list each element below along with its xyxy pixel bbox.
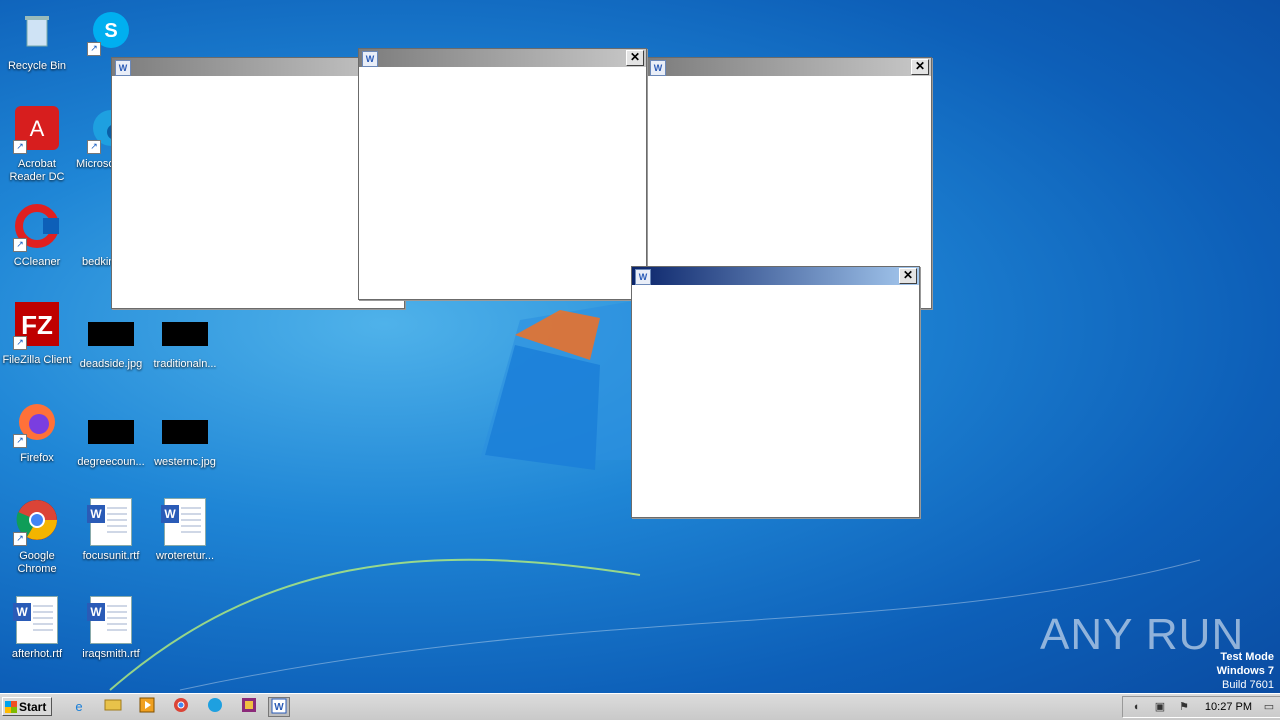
word-document-icon: W	[87, 498, 132, 546]
filezilla-logo-icon: FZ ↗	[13, 302, 61, 350]
icon-label: deadside.jpg	[79, 358, 143, 370]
anyrun-watermark: ANY RUN	[1040, 610, 1245, 659]
icon-label: Firefox	[20, 452, 54, 464]
icon-label: Recycle Bin	[7, 60, 67, 72]
shortcut-arrow-icon: ↗	[13, 140, 27, 154]
icon-label: wroteretur...	[155, 550, 215, 562]
icon-label: traditionaln...	[153, 358, 217, 370]
degreecoun-icon[interactable]: degreecoun...	[74, 408, 148, 469]
start-label: Start	[19, 700, 47, 714]
media-player-icon[interactable]	[136, 697, 158, 717]
deadside-jpg-icon[interactable]: deadside.jpg	[74, 310, 148, 371]
windows-logo-icon	[5, 701, 17, 713]
start-button[interactable]: Start	[2, 697, 52, 716]
word-app-icon: W	[635, 269, 651, 285]
taskbar: Start e W ◖ ▣ ⚑ 10:27 PM ▭	[0, 693, 1280, 720]
clock[interactable]: 10:27 PM	[1205, 701, 1252, 713]
shortcut-arrow-icon: ↗	[13, 336, 27, 350]
word-taskbar-icon[interactable]: W	[268, 697, 290, 717]
filezilla-icon[interactable]: FZ ↗ FileZilla Client	[0, 302, 74, 367]
image-thumbnail	[88, 420, 134, 444]
image-thumbnail	[162, 420, 208, 444]
internet-explorer-icon[interactable]: e	[68, 697, 90, 717]
window-titlebar[interactable]: W ✕	[647, 58, 931, 76]
icon-label: Acrobat Reader DC	[9, 158, 65, 183]
word-app-icon: W	[362, 51, 378, 67]
show-desktop-icon[interactable]: ▭	[1262, 700, 1276, 714]
word-app-icon: W	[115, 60, 131, 76]
close-button[interactable]: ✕	[899, 268, 917, 284]
word-document-icon: W	[87, 596, 132, 644]
svg-text:S: S	[104, 20, 117, 42]
svg-text:W: W	[274, 702, 284, 713]
word-document-icon: W	[13, 596, 58, 644]
image-thumbnail	[162, 322, 208, 346]
svg-text:A: A	[30, 116, 45, 141]
window-titlebar[interactable]: W ✕	[632, 267, 919, 285]
close-button[interactable]: ✕	[626, 50, 644, 66]
acrobat-reader-icon[interactable]: A ↗ Acrobat Reader DC	[0, 106, 74, 184]
chrome-taskbar-icon[interactable]	[170, 697, 192, 717]
icon-label: CCleaner	[13, 256, 61, 268]
test-mode-watermark: Test Mode Windows 7 Build 7601	[1217, 650, 1274, 692]
winrar-taskbar-icon[interactable]	[238, 697, 260, 717]
chrome-logo-icon: ↗	[13, 498, 61, 546]
word-app-icon: W	[650, 60, 666, 76]
file-explorer-icon[interactable]	[102, 697, 124, 717]
icon-label: iraqsmith.rtf	[82, 648, 140, 660]
dialog-window-2[interactable]: W ✕	[358, 48, 647, 300]
trash-icon	[13, 8, 61, 56]
acrobat-logo-icon: A ↗	[13, 106, 61, 154]
wroteretur-icon[interactable]: W wroteretur...	[148, 498, 222, 563]
skype-logo-icon: S ↗	[87, 8, 135, 56]
afterhot-rtf-icon[interactable]: W afterhot.rtf	[0, 596, 74, 661]
iraqsmith-rtf-icon[interactable]: W iraqsmith.rtf	[74, 596, 148, 661]
westernc-jpg-icon[interactable]: westernc.jpg	[148, 408, 222, 469]
ccleaner-logo-icon: ↗	[13, 204, 61, 252]
shortcut-arrow-icon: ↗	[13, 238, 27, 252]
test-mode-text: Test Mode	[1220, 651, 1274, 663]
shortcut-arrow-icon: ↗	[13, 532, 27, 546]
flag-icon[interactable]: ⚑	[1177, 700, 1191, 714]
edge-taskbar-icon[interactable]	[204, 697, 226, 717]
os-version-text: Windows 7	[1216, 665, 1274, 677]
recycle-bin-icon[interactable]: Recycle Bin	[0, 8, 74, 73]
system-tray: ◖ ▣ ⚑ 10:27 PM ▭	[1122, 696, 1280, 718]
image-thumbnail	[88, 322, 134, 346]
speaker-icon[interactable]: ◖	[1129, 700, 1143, 714]
shortcut-arrow-icon: ↗	[13, 434, 27, 448]
focusunit-rtf-icon[interactable]: W focusunit.rtf	[74, 498, 148, 563]
window-titlebar[interactable]: W ✕	[359, 49, 646, 67]
firefox-logo-icon: ↗	[13, 400, 61, 448]
icon-label: afterhot.rtf	[11, 648, 63, 660]
ccleaner-icon[interactable]: ↗ CCleaner	[0, 204, 74, 269]
shortcut-arrow-icon: ↗	[87, 140, 101, 154]
icon-label: FileZilla Client	[2, 354, 72, 366]
icon-label: degreecoun...	[77, 456, 145, 468]
shortcut-arrow-icon: ↗	[87, 42, 101, 56]
google-chrome-icon[interactable]: ↗ Google Chrome	[0, 498, 74, 576]
firefox-icon[interactable]: ↗ Firefox	[0, 400, 74, 465]
dialog-window-active[interactable]: W ✕	[631, 266, 920, 518]
build-text: Build 7601	[1222, 679, 1274, 691]
traditionaln-icon[interactable]: traditionaln...	[148, 310, 222, 371]
word-document-icon: W	[161, 498, 206, 546]
icon-label: Google Chrome	[17, 550, 57, 575]
icon-label: focusunit.rtf	[82, 550, 140, 562]
network-icon[interactable]: ▣	[1153, 700, 1167, 714]
icon-label: westernc.jpg	[154, 456, 216, 468]
close-button[interactable]: ✕	[911, 59, 929, 75]
